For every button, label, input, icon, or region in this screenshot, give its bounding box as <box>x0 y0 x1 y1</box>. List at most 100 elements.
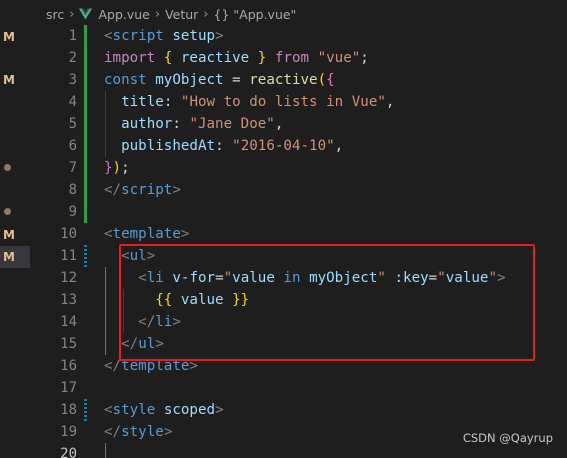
code-text: </style> <box>104 421 172 443</box>
code-token: , <box>385 94 395 110</box>
code-token: : <box>163 94 181 110</box>
code-line[interactable]: 10 <template> <box>30 223 567 245</box>
changes-dot-icon <box>4 208 11 215</box>
code-token: = <box>223 72 250 88</box>
modified-badge: M <box>3 228 15 242</box>
code-token: myObject <box>155 72 224 88</box>
code-token: "Jane Doe" <box>189 116 275 132</box>
code-line[interactable]: 4 title: "How to do lists in Vue", <box>30 91 567 113</box>
code-token: </ <box>104 424 122 440</box>
chevron-right-icon: › <box>154 6 161 22</box>
breadcrumb-file[interactable]: App.vue <box>98 7 149 22</box>
code-token: > <box>215 28 224 44</box>
line-number: 19 <box>60 424 77 440</box>
code-token: script <box>121 182 173 198</box>
code-token: > <box>172 182 181 198</box>
modified-badge: M <box>3 30 15 44</box>
breadcrumb-src[interactable]: src <box>46 7 64 22</box>
watermark: CSDN @Qayrup <box>462 431 553 445</box>
code-token: "2016-04-10" <box>232 138 335 154</box>
code-token: < <box>104 402 113 418</box>
code-token: publishedAt <box>121 138 216 154</box>
code-token: title <box>121 94 164 110</box>
code-line[interactable]: 18 <style scoped> <box>30 399 567 421</box>
code-token: style <box>121 424 164 440</box>
line-number: 20 <box>60 446 77 458</box>
code-line[interactable]: 3 const myObject = reactive({ <box>30 69 567 91</box>
code-token: { <box>326 72 335 88</box>
code-line[interactable]: 9 <box>30 201 567 223</box>
line-number: 14 <box>60 314 77 330</box>
code-editor[interactable]: 1 <script setup> 2 import { reactive } from… <box>30 25 567 458</box>
line-number: 17 <box>60 380 77 396</box>
code-token: : <box>215 138 233 154</box>
code-line[interactable]: 6 publishedAt: "2016-04-10", <box>30 135 567 157</box>
code-token: ) <box>112 160 122 176</box>
code-line[interactable]: 5 author: "Jane Doe", <box>30 113 567 135</box>
vscode-editor-window: M M M M src › App.vue › Vetur › {} "App.… <box>0 0 567 458</box>
explorer-item-modified[interactable]: M <box>0 26 30 48</box>
code-token: "vue" <box>317 50 361 66</box>
code-token: , <box>274 116 284 132</box>
line-number: 11 <box>60 248 77 264</box>
line-number: 4 <box>68 94 77 110</box>
code-token: import <box>104 50 156 66</box>
code-line[interactable]: 8 </script> <box>30 179 567 201</box>
line-number: 7 <box>68 160 77 176</box>
code-text: title: "How to do lists in Vue", <box>104 91 394 113</box>
line-number: 5 <box>68 116 77 132</box>
line-number: 9 <box>68 204 77 220</box>
code-line[interactable]: 20 <box>30 443 567 458</box>
highlight-annotation-box <box>119 244 535 361</box>
code-line[interactable]: 17 <box>30 377 567 399</box>
code-token: > <box>163 424 173 440</box>
explorer-item-modified-selected[interactable]: M <box>0 246 30 268</box>
code-text: </script> <box>104 179 181 201</box>
code-token: ; <box>360 50 369 66</box>
code-token: </ <box>104 358 122 374</box>
code-token: : <box>172 116 190 132</box>
chevron-right-icon: › <box>203 6 209 22</box>
code-line[interactable]: 2 import { reactive } from "vue"; <box>30 47 567 69</box>
explorer-item-modified[interactable]: M <box>0 69 30 91</box>
line-number: 3 <box>68 72 77 88</box>
code-token: reactive <box>249 72 318 88</box>
breadcrumb-lang[interactable]: Vetur <box>165 7 198 22</box>
line-number: 13 <box>60 292 77 308</box>
code-text: import { reactive } from "vue"; <box>104 47 369 69</box>
code-token: template <box>112 226 181 242</box>
code-token: < <box>104 226 113 242</box>
code-token: } <box>104 160 113 176</box>
modified-badge: M <box>3 73 15 87</box>
breadcrumb-symbol[interactable]: "App.vue" <box>233 7 296 22</box>
code-text: const myObject = reactive({ <box>104 69 335 91</box>
code-token: ( <box>317 72 327 88</box>
code-token: reactive <box>172 50 258 66</box>
code-token: </ <box>104 182 122 198</box>
code-token: const <box>104 72 147 88</box>
line-number: 12 <box>60 270 77 286</box>
line-number: 6 <box>68 138 77 154</box>
code-token: < <box>104 28 113 44</box>
code-line[interactable]: 1 <script setup> <box>30 25 567 47</box>
code-token: scoped <box>163 402 216 418</box>
code-token: from <box>274 50 310 66</box>
code-text: <script setup> <box>104 25 224 47</box>
code-line[interactable]: 7}); <box>30 157 567 179</box>
code-token: setup <box>172 28 216 44</box>
code-text: <style scoped> <box>104 399 224 421</box>
braces-icon: {} <box>213 6 230 22</box>
code-text: publishedAt: "2016-04-10", <box>104 135 343 157</box>
line-number: 18 <box>60 402 77 418</box>
code-token: > <box>215 402 224 418</box>
explorer-strip: M M M M <box>0 0 30 458</box>
line-number: 15 <box>60 336 77 352</box>
explorer-item-modified[interactable]: M <box>0 224 30 246</box>
vue-icon <box>79 8 93 20</box>
